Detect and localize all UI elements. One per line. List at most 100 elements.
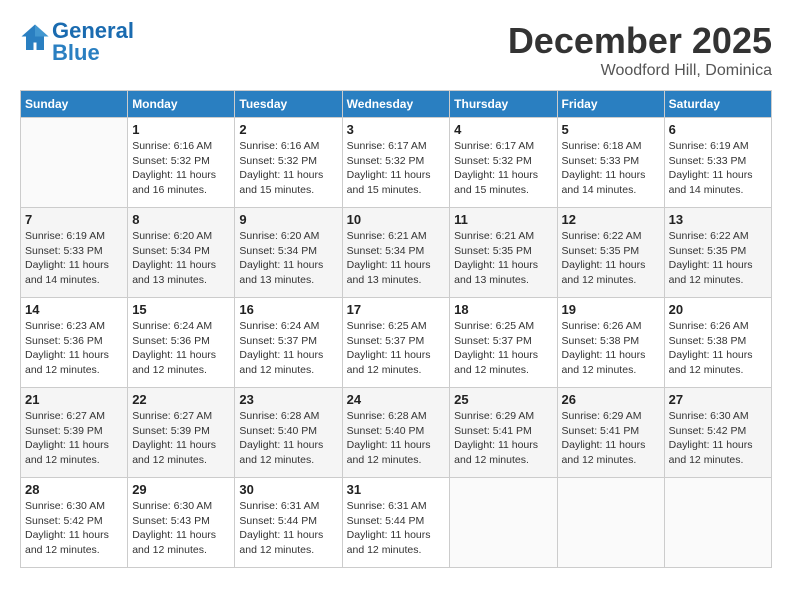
day-number: 25 (454, 392, 552, 407)
header-day: Wednesday (342, 91, 450, 118)
calendar-cell: 28 Sunrise: 6:30 AM Sunset: 5:42 PM Dayli… (21, 478, 128, 568)
day-info: Sunrise: 6:20 AM Sunset: 5:34 PM Dayligh… (239, 229, 337, 288)
day-number: 20 (669, 302, 767, 317)
calendar-cell: 30Sunrise: 6:31 AM Sunset: 5:44 PM Dayli… (235, 478, 342, 568)
calendar-cell: 18 Sunrise: 6:25 AM Sunset: 5:37 PM Dayli… (450, 298, 557, 388)
page-header: General Blue December 2025 Woodford Hill… (20, 20, 772, 80)
day-info: Sunrise: 6:17 AM Sunset: 5:32 PM Dayligh… (454, 139, 552, 198)
header-day: Thursday (450, 91, 557, 118)
day-number: 23 (239, 392, 337, 407)
day-info: Sunrise: 6:30 AM Sunset: 5:42 PM Dayligh… (25, 499, 123, 558)
calendar-cell: 17 Sunrise: 6:25 AM Sunset: 5:37 PM Dayli… (342, 298, 450, 388)
calendar-cell: 4 Sunrise: 6:17 AM Sunset: 5:32 PM Daylig… (450, 118, 557, 208)
day-number: 24 (347, 392, 446, 407)
day-number: 17 (347, 302, 446, 317)
day-info: Sunrise: 6:28 AM Sunset: 5:40 PM Dayligh… (347, 409, 446, 468)
location: Woodford Hill, Dominica (508, 62, 772, 80)
calendar-cell: 9 Sunrise: 6:20 AM Sunset: 5:34 PM Daylig… (235, 208, 342, 298)
day-number: 9 (239, 212, 337, 227)
calendar-cell: 5 Sunrise: 6:18 AM Sunset: 5:33 PM Daylig… (557, 118, 664, 208)
day-number: 3 (347, 122, 446, 137)
logo-text: General Blue (52, 20, 134, 64)
day-info: Sunrise: 6:27 AM Sunset: 5:39 PM Dayligh… (132, 409, 230, 468)
month-title: December 2025 (508, 20, 772, 62)
day-number: 30 (239, 482, 337, 497)
day-info: Sunrise: 6:24 AM Sunset: 5:36 PM Dayligh… (132, 319, 230, 378)
day-number: 7 (25, 212, 123, 227)
day-info: Sunrise: 6:24 AM Sunset: 5:37 PM Dayligh… (239, 319, 337, 378)
calendar-cell: 25 Sunrise: 6:29 AM Sunset: 5:41 PM Dayli… (450, 388, 557, 478)
day-info: Sunrise: 6:30 AM Sunset: 5:43 PM Dayligh… (132, 499, 230, 558)
calendar-cell: 20 Sunrise: 6:26 AM Sunset: 5:38 PM Dayli… (664, 298, 771, 388)
day-info: Sunrise: 6:27 AM Sunset: 5:39 PM Dayligh… (25, 409, 123, 468)
calendar-cell: 6 Sunrise: 6:19 AM Sunset: 5:33 PM Daylig… (664, 118, 771, 208)
day-number: 18 (454, 302, 552, 317)
day-info: Sunrise: 6:31 AM Sunset: 5:44 PM Dayligh… (347, 499, 446, 558)
calendar-cell: 26Sunrise: 6:29 AM Sunset: 5:41 PM Dayli… (557, 388, 664, 478)
day-info: Sunrise: 6:29 AM Sunset: 5:41 PM Dayligh… (454, 409, 552, 468)
logo: General Blue (20, 20, 134, 64)
day-number: 26 (562, 392, 660, 407)
day-info: Sunrise: 6:16 AM Sunset: 5:32 PM Dayligh… (239, 139, 337, 198)
calendar-header-row: SundayMondayTuesdayWednesdayThursdayFrid… (21, 91, 772, 118)
day-info: Sunrise: 6:22 AM Sunset: 5:35 PM Dayligh… (669, 229, 767, 288)
day-info: Sunrise: 6:25 AM Sunset: 5:37 PM Dayligh… (347, 319, 446, 378)
day-number: 29 (132, 482, 230, 497)
calendar-cell: 1 Sunrise: 6:16 AM Sunset: 5:32 PM Daylig… (128, 118, 235, 208)
calendar-cell: 29 Sunrise: 6:30 AM Sunset: 5:43 PM Dayli… (128, 478, 235, 568)
calendar-cell: 27Sunrise: 6:30 AM Sunset: 5:42 PM Dayli… (664, 388, 771, 478)
day-info: Sunrise: 6:21 AM Sunset: 5:35 PM Dayligh… (454, 229, 552, 288)
day-number: 5 (562, 122, 660, 137)
day-number: 31 (347, 482, 446, 497)
day-number: 15 (132, 302, 230, 317)
calendar-cell (557, 478, 664, 568)
day-number: 10 (347, 212, 446, 227)
day-info: Sunrise: 6:26 AM Sunset: 5:38 PM Dayligh… (562, 319, 660, 378)
calendar-cell (21, 118, 128, 208)
day-number: 16 (239, 302, 337, 317)
calendar-cell: 24 Sunrise: 6:28 AM Sunset: 5:40 PM Dayli… (342, 388, 450, 478)
day-number: 12 (562, 212, 660, 227)
day-number: 21 (25, 392, 123, 407)
calendar-cell: 31 Sunrise: 6:31 AM Sunset: 5:44 PM Dayli… (342, 478, 450, 568)
calendar-cell: 10Sunrise: 6:21 AM Sunset: 5:34 PM Dayli… (342, 208, 450, 298)
calendar-week-row: 14Sunrise: 6:23 AM Sunset: 5:36 PM Dayli… (21, 298, 772, 388)
calendar-cell: 21 Sunrise: 6:27 AM Sunset: 5:39 PM Dayli… (21, 388, 128, 478)
day-info: Sunrise: 6:17 AM Sunset: 5:32 PM Dayligh… (347, 139, 446, 198)
calendar-cell: 8 Sunrise: 6:20 AM Sunset: 5:34 PM Daylig… (128, 208, 235, 298)
day-number: 14 (25, 302, 123, 317)
day-number: 13 (669, 212, 767, 227)
calendar-week-row: 1 Sunrise: 6:16 AM Sunset: 5:32 PM Daylig… (21, 118, 772, 208)
day-info: Sunrise: 6:18 AM Sunset: 5:33 PM Dayligh… (562, 139, 660, 198)
day-number: 8 (132, 212, 230, 227)
day-number: 4 (454, 122, 552, 137)
calendar-week-row: 7Sunrise: 6:19 AM Sunset: 5:33 PM Daylig… (21, 208, 772, 298)
header-day: Monday (128, 91, 235, 118)
calendar-cell: 22 Sunrise: 6:27 AM Sunset: 5:39 PM Dayli… (128, 388, 235, 478)
logo-icon (20, 23, 50, 53)
day-number: 2 (239, 122, 337, 137)
day-info: Sunrise: 6:25 AM Sunset: 5:37 PM Dayligh… (454, 319, 552, 378)
day-info: Sunrise: 6:26 AM Sunset: 5:38 PM Dayligh… (669, 319, 767, 378)
title-block: December 2025 Woodford Hill, Dominica (508, 20, 772, 80)
day-number: 11 (454, 212, 552, 227)
calendar-cell: 2 Sunrise: 6:16 AM Sunset: 5:32 PM Daylig… (235, 118, 342, 208)
calendar-cell: 14Sunrise: 6:23 AM Sunset: 5:36 PM Dayli… (21, 298, 128, 388)
calendar-cell: 13 Sunrise: 6:22 AM Sunset: 5:35 PM Dayli… (664, 208, 771, 298)
calendar-cell: 11 Sunrise: 6:21 AM Sunset: 5:35 PM Dayli… (450, 208, 557, 298)
header-day: Tuesday (235, 91, 342, 118)
calendar-cell: 12Sunrise: 6:22 AM Sunset: 5:35 PM Dayli… (557, 208, 664, 298)
calendar-cell: 7Sunrise: 6:19 AM Sunset: 5:33 PM Daylig… (21, 208, 128, 298)
day-info: Sunrise: 6:28 AM Sunset: 5:40 PM Dayligh… (239, 409, 337, 468)
calendar-table: SundayMondayTuesdayWednesdayThursdayFrid… (20, 90, 772, 568)
day-info: Sunrise: 6:19 AM Sunset: 5:33 PM Dayligh… (669, 139, 767, 198)
day-info: Sunrise: 6:20 AM Sunset: 5:34 PM Dayligh… (132, 229, 230, 288)
day-number: 1 (132, 122, 230, 137)
calendar-cell (450, 478, 557, 568)
day-number: 28 (25, 482, 123, 497)
day-info: Sunrise: 6:16 AM Sunset: 5:32 PM Dayligh… (132, 139, 230, 198)
day-number: 22 (132, 392, 230, 407)
header-day: Saturday (664, 91, 771, 118)
day-number: 6 (669, 122, 767, 137)
day-number: 19 (562, 302, 660, 317)
